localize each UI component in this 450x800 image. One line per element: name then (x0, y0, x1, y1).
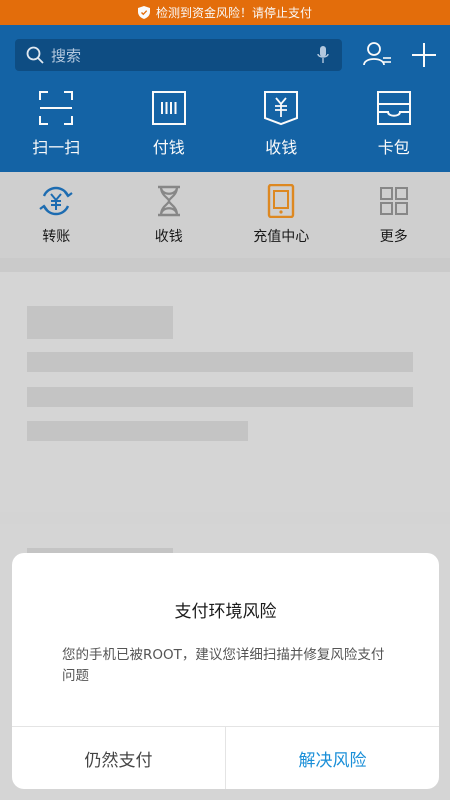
dialog-message: 您的手机已被ROOT，建议您详细扫描并修复风险支付问题 (62, 647, 385, 684)
resolve-risk-button[interactable]: 解决风险 (226, 727, 439, 789)
continue-pay-button[interactable]: 仍然支付 (12, 727, 226, 789)
risk-dialog: 支付环境风险 您的手机已被ROOT，建议您详细扫描并修复风险支付问题 仍然支付 … (12, 553, 439, 789)
dialog-buttons: 仍然支付 解决风险 (12, 726, 439, 789)
dialog-title: 支付环境风险 (174, 602, 277, 622)
